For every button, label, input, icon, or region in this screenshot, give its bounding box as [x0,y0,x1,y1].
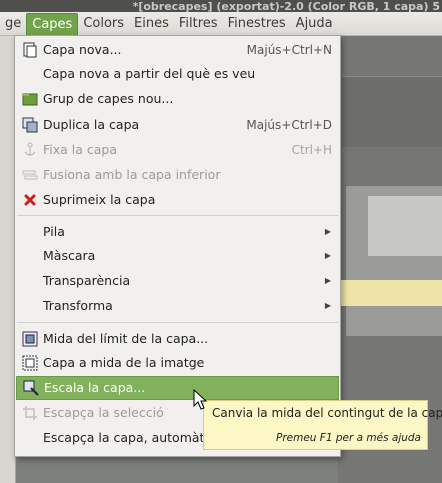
menu-separator [17,215,338,216]
menu-item-new-layer[interactable]: Capa nova... Majús+Ctrl+N [16,38,339,62]
anchor-icon [18,140,42,160]
tooltip-text: Canvia la mida del contingut de la capa [212,406,442,420]
mouse-pointer-icon [193,389,208,410]
menu-item-merge-down: Fusiona amb la capa inferior [16,163,339,187]
menu-item-duplicate-layer[interactable]: Duplica la capa Majús+Ctrl+D [16,113,339,137]
merge-down-icon [18,165,42,185]
layer-group-icon [18,89,42,109]
submenu-arrow-icon: ▶ [324,276,331,285]
menu-item-new-from-visible[interactable]: Capa nova a partir del què es veu [16,62,339,86]
menu-item-anchor-layer: Fixa la capa Ctrl+H [16,138,339,162]
layer-boundary-size-icon [18,329,42,349]
menu-item-delete-layer[interactable]: Suprimeix la capa [16,188,339,212]
menu-item-new-layer-group[interactable]: Grup de capes nou... [16,87,339,111]
menu-help[interactable]: Ajuda [291,13,338,34]
tooltip: Canvia la mida del contingut de la capa … [203,400,442,450]
duplicate-layer-icon [18,115,42,135]
dock-panel-preview [368,196,442,256]
menu-tools[interactable]: Eines [129,13,174,34]
menu-layers[interactable]: Capes [26,12,79,35]
submenu-arrow-icon: ▶ [324,227,331,236]
menu-item-scale-layer[interactable]: Escala la capa... [16,376,339,400]
submenu-arrow-icon: ▶ [324,301,331,310]
menu-item-layer-boundary-size[interactable]: Mida del límit de la capa... [16,327,339,351]
delete-icon [18,190,42,210]
dock-tooltip-bg [340,280,442,306]
menu-item-stack[interactable]: Pila ▶ [16,220,339,244]
menu-image[interactable]: ge [0,13,26,34]
menu-colors[interactable]: Colors [78,13,129,34]
menu-filters[interactable]: Filtres [174,13,223,34]
menu-item-transform[interactable]: Transforma ▶ [16,294,339,318]
menubar: ge Capes Colors Eines Filtres Finestres … [0,12,442,36]
menu-separator [17,322,338,323]
new-layer-icon [18,40,42,60]
tooltip-help: Premeu F1 per a més ajuda [275,432,421,444]
dock-panel-top [342,76,442,147]
layer-to-image-size-icon [18,353,42,373]
scale-layer-icon [19,378,43,398]
menu-windows[interactable]: Finestres [223,13,291,34]
menu-item-layer-to-image-size[interactable]: Capa a mida de la imatge [16,351,339,375]
menu-item-transparency[interactable]: Transparència ▶ [16,269,339,293]
submenu-arrow-icon: ▶ [324,251,331,260]
layers-dropdown-menu: Capa nova... Majús+Ctrl+N Capa nova a pa… [14,35,341,457]
crop-icon [18,403,42,423]
menu-item-mask[interactable]: Màscara ▶ [16,244,339,268]
